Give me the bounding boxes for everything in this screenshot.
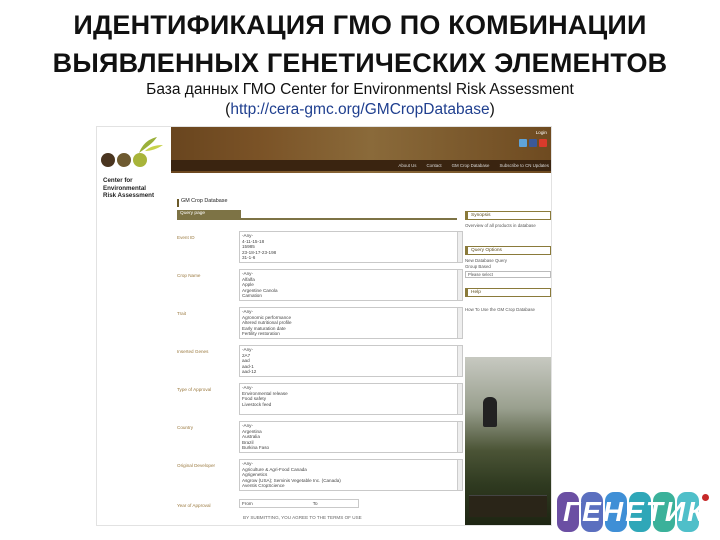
terms-note: BY SUBMITTING, YOU AGREE TO THE TERMS OF… <box>243 515 362 520</box>
query-multiselect[interactable]: -Any- Agriculture & Agri-Food Canada Agrig… <box>239 459 463 491</box>
site-banner: Login About Us Contact GM Crop Database … <box>97 127 551 173</box>
paren-close: ) <box>489 101 495 118</box>
twitter-icon[interactable] <box>519 139 527 147</box>
option-item[interactable]: Burkina Faso <box>242 445 460 451</box>
query-multiselect[interactable]: -Any- 4-11-15-18 15985 23-18-17-23-198 31-1-… <box>239 231 463 263</box>
genetika-logo: ГЕНЕТИКА <box>555 488 720 536</box>
option-item[interactable]: Carnation <box>242 293 460 299</box>
cera-mark-1-icon <box>101 153 115 167</box>
title-line-1: ИДЕНТИФИКАЦИЯ ГМО ПО КОМБИНАЦИИ <box>73 10 647 40</box>
logo-dot-icon <box>702 494 709 501</box>
scrollbar[interactable] <box>457 232 462 262</box>
option-item[interactable]: aad-12 <box>242 369 460 375</box>
query-row-label: Country <box>177 425 194 430</box>
group-select[interactable]: Please select <box>465 271 551 279</box>
scrollbar[interactable] <box>457 384 462 414</box>
query-multiselect[interactable]: -Any- 2A7 aad aad-1 aad-12 <box>239 345 463 377</box>
query-row-label: Type of Approval <box>177 387 212 392</box>
query-multiselect[interactable]: From To <box>239 499 359 508</box>
nav-about[interactable]: About Us <box>398 163 416 169</box>
nav-contact[interactable]: Contact <box>426 163 441 169</box>
option-item[interactable]: To <box>313 501 318 507</box>
query-row-label: Original Developer <box>177 463 216 468</box>
subtitle-line-1: База данных ГМО Center for Environmentsl… <box>146 81 574 98</box>
social-icons <box>519 139 547 147</box>
login-link[interactable]: Login <box>536 130 547 136</box>
scrollbar[interactable] <box>457 308 462 338</box>
title-line-2: ВЫЯВЛЕННЫХ ГЕНЕТИЧЕСКИХ ЭЛЕМЕНТОВ <box>52 48 668 78</box>
help-header: Help <box>465 288 551 298</box>
scrollbar[interactable] <box>457 422 462 452</box>
group-based-label: Group Based <box>465 263 491 269</box>
youtube-icon[interactable] <box>539 139 547 147</box>
query-row-label: Trait <box>177 311 187 316</box>
option-item[interactable]: From <box>242 501 253 507</box>
leaf-icon <box>139 137 163 153</box>
query-row-label: Event ID <box>177 235 195 240</box>
synopsis-header: Synopsis <box>465 211 551 220</box>
query-multiselect[interactable]: -Any- Argentina Australia Brazil Burkina Fas… <box>239 421 463 453</box>
slide-title: ИДЕНТИФИКАЦИЯ ГМО ПО КОМБИНАЦИИ ВЫЯВЛЕНН… <box>0 6 720 82</box>
nav-subscribe[interactable]: Subscribe to CN Updates <box>499 163 549 169</box>
option-item[interactable]: Aventis CropScience <box>242 483 460 489</box>
greenhouse-photo <box>465 357 551 525</box>
cera-website-screenshot: Login About Us Contact GM Crop Database … <box>96 126 552 526</box>
query-multiselect[interactable]: -Any- Alfalfa Apple Argentine Canola Carnati… <box>239 269 463 301</box>
cera-mark-2-icon <box>117 153 131 167</box>
nav-database[interactable]: GM Crop Database <box>452 163 490 169</box>
option-item[interactable]: Fertility restoration <box>242 331 460 337</box>
genetika-logo-text: ГЕНЕТИКА <box>563 496 720 527</box>
database-title: GM Crop Database <box>177 198 457 207</box>
query-panel: GM Crop Database Query page <box>177 198 457 220</box>
scrollbar[interactable] <box>457 346 462 376</box>
synopsis-link[interactable]: Overview of all products in database <box>465 223 551 228</box>
subtitle-line-2: (http://cera-gmc.org/GMCropDatabase) <box>0 100 720 120</box>
query-multiselect[interactable]: -Any- Environmental release Food safety Liv… <box>239 383 463 415</box>
query-row-label: Crop Name <box>177 273 201 278</box>
query-row-label: Year of Approval <box>177 503 211 508</box>
database-url-link[interactable]: http://cera-gmc.org/GMCropDatabase <box>230 101 489 118</box>
facebook-icon[interactable] <box>529 139 537 147</box>
option-item[interactable]: 31-1-6 <box>242 255 460 261</box>
sidebar: Synopsis Overview of all products in dat… <box>465 211 551 313</box>
cera-mark-3-icon <box>133 153 147 167</box>
option-item[interactable]: Livestock feed <box>242 402 460 408</box>
slide-subtitle: База данных ГМО Center for Environmentsl… <box>0 80 720 120</box>
query-multiselect[interactable]: -Any- Agronomic performance Altered nutrit… <box>239 307 463 339</box>
scrollbar[interactable] <box>457 460 462 490</box>
org-name: Center for Environmental Risk Assessment <box>103 177 155 200</box>
query-options-header: Query Options <box>465 246 551 256</box>
scrollbar[interactable] <box>457 270 462 300</box>
query-page-tab[interactable]: Query page <box>177 210 241 218</box>
help-link[interactable]: How To Use the GM Crop Database <box>465 307 551 312</box>
site-nav: About Us Contact GM Crop Database Subscr… <box>171 160 551 171</box>
query-row-label: Inserted Genes <box>177 349 209 354</box>
cera-logo <box>97 127 171 173</box>
